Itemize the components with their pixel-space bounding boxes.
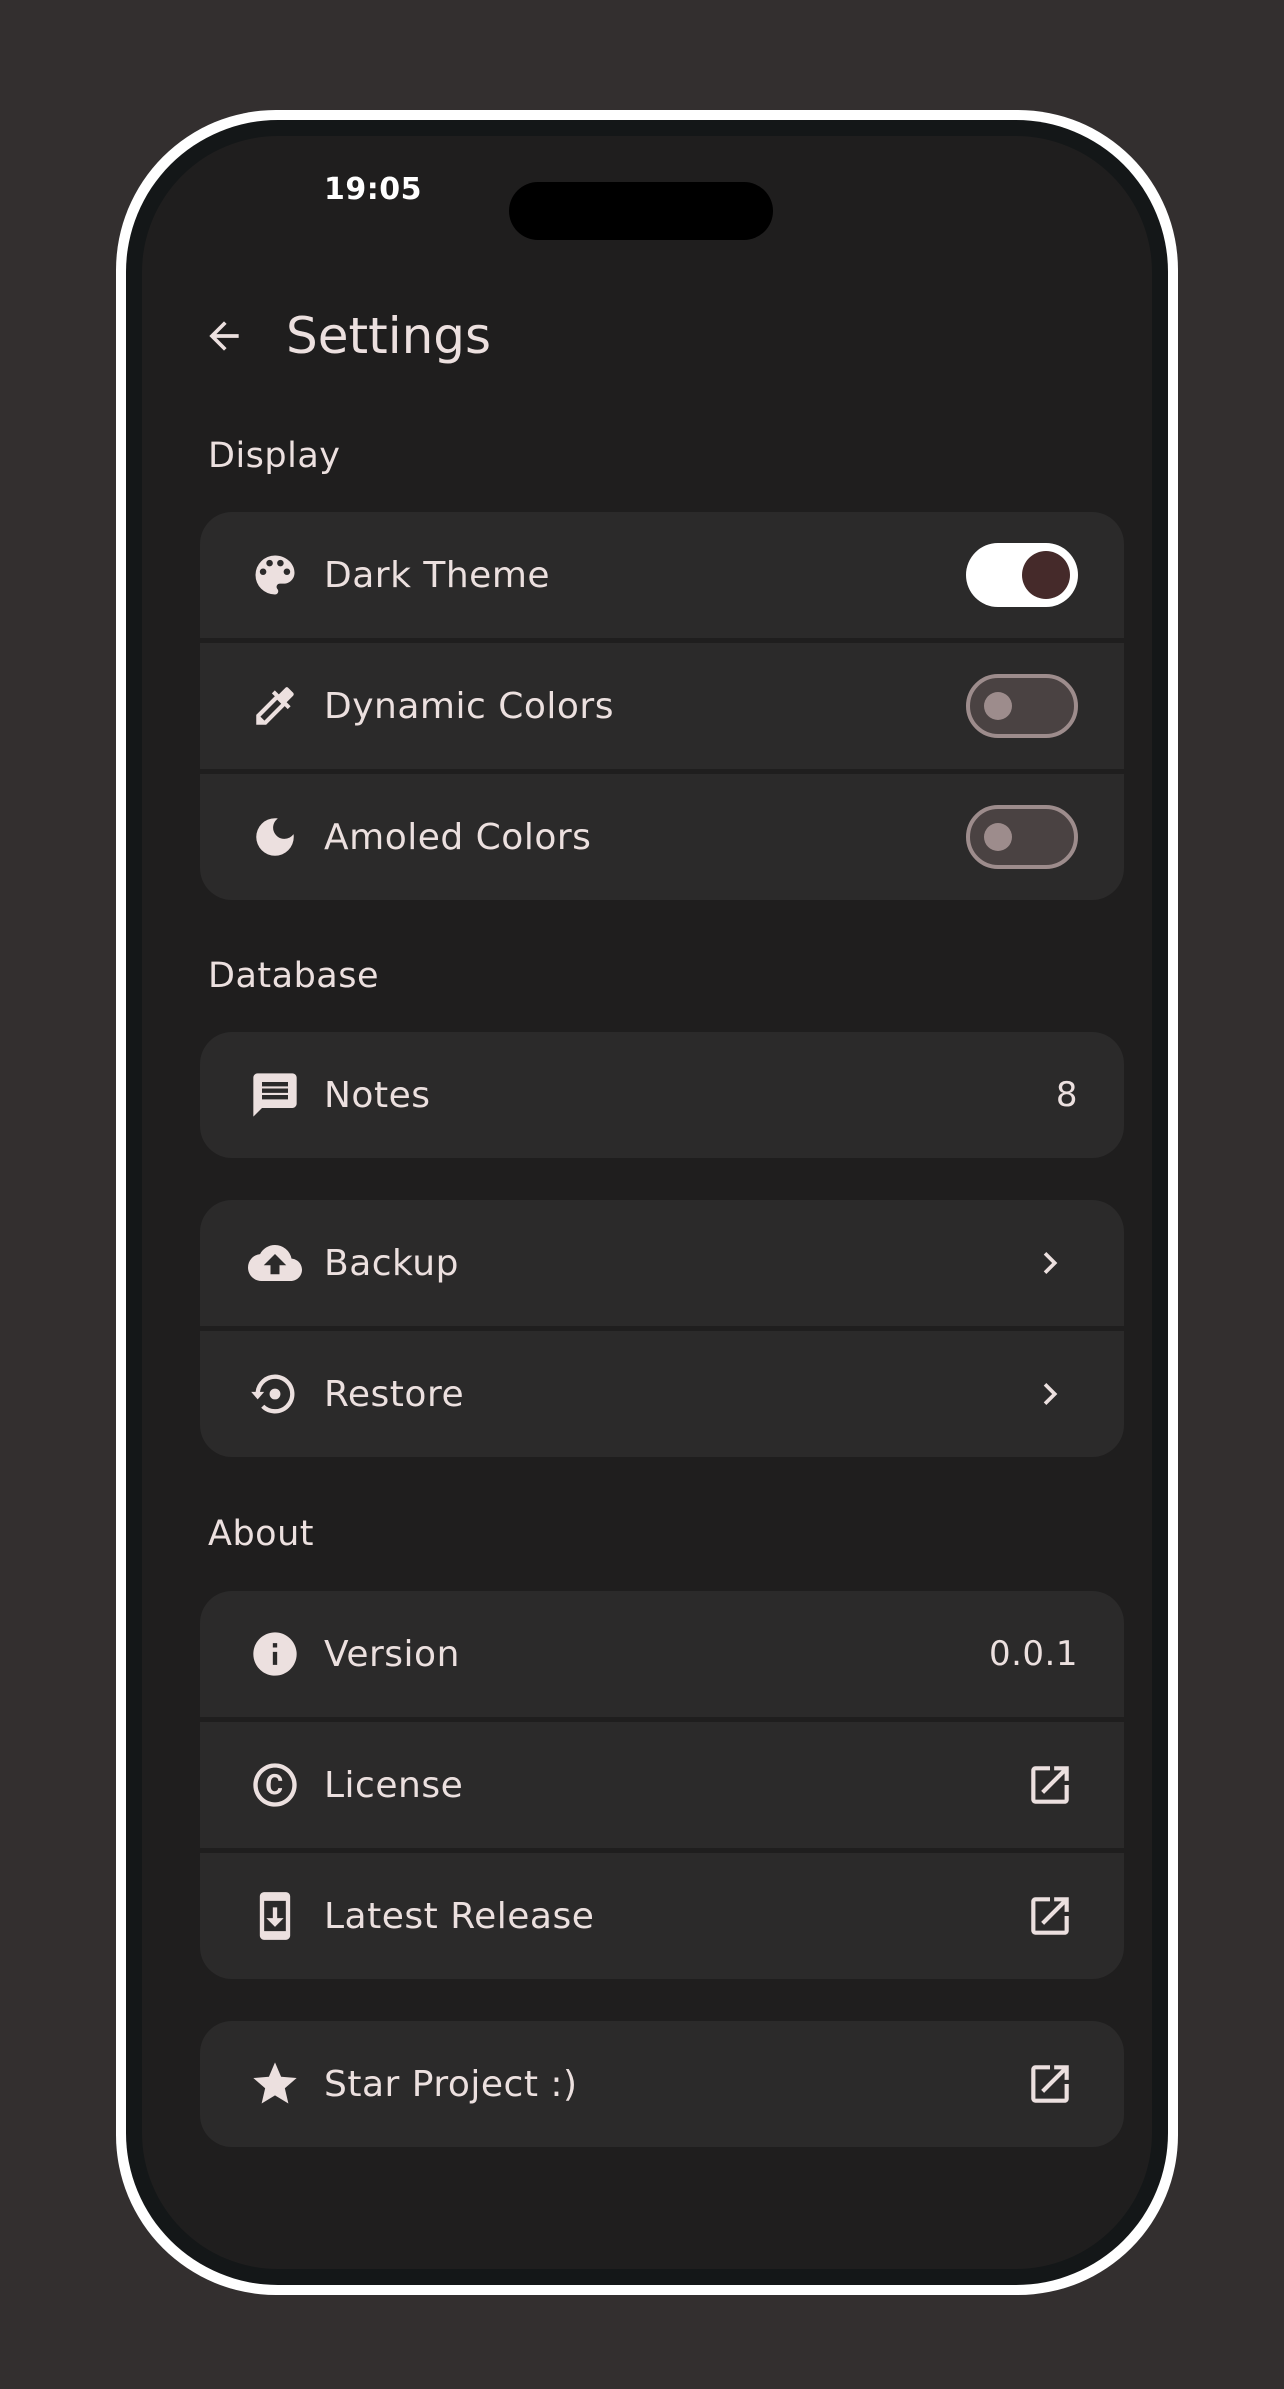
setting-restore[interactable]: Restore [200, 1331, 1124, 1457]
display-group: Dark Theme Dynamic Colors Amoled Colors [200, 512, 1124, 900]
version-value: 0.0.1 [988, 1634, 1078, 1674]
moon-icon [248, 810, 302, 864]
app-bar: Settings [194, 296, 491, 376]
notes-group: Notes 8 [200, 1032, 1124, 1158]
setting-label: Backup [324, 1242, 459, 1284]
setting-amoled-colors[interactable]: Amoled Colors [200, 774, 1124, 900]
amoled-colors-toggle[interactable] [966, 805, 1078, 869]
status-time: 19:05 [324, 172, 422, 207]
about-group: Version 0.0.1 License Latest Release [200, 1591, 1124, 1979]
notes-count: 8 [1055, 1075, 1078, 1115]
toggle-knob [1022, 551, 1070, 599]
dynamic-island [509, 182, 773, 240]
setting-label: Latest Release [324, 1895, 595, 1937]
setting-star-project[interactable]: Star Project :) [200, 2021, 1124, 2147]
setting-label: License [324, 1764, 464, 1806]
setting-label: Restore [324, 1373, 465, 1415]
setting-license[interactable]: License [200, 1722, 1124, 1848]
setting-notes: Notes 8 [200, 1032, 1124, 1158]
chevron-right-icon [1022, 1235, 1078, 1291]
setting-dynamic-colors[interactable]: Dynamic Colors [200, 643, 1124, 769]
info-icon [248, 1627, 302, 1681]
screen: 19:05 Settings Display Dark Theme Dynami… [142, 136, 1152, 2269]
setting-label: Dynamic Colors [324, 685, 614, 727]
setting-label: Amoled Colors [324, 816, 592, 858]
download-icon [248, 1889, 302, 1943]
section-title-about: About [208, 1514, 314, 1554]
setting-label: Star Project :) [324, 2063, 578, 2105]
toggle-knob [984, 823, 1012, 851]
open-external-icon [1022, 2056, 1078, 2112]
setting-version: Version 0.0.1 [200, 1591, 1124, 1717]
chevron-right-icon [1022, 1366, 1078, 1422]
setting-latest-release[interactable]: Latest Release [200, 1853, 1124, 1979]
open-external-icon [1022, 1757, 1078, 1813]
phone-bezel: 19:05 Settings Display Dark Theme Dynami… [126, 120, 1168, 2285]
setting-backup[interactable]: Backup [200, 1200, 1124, 1326]
section-title-display: Display [208, 436, 341, 476]
star-icon [248, 2057, 302, 2111]
dark-theme-toggle[interactable] [966, 543, 1078, 607]
arrow-left-icon[interactable] [194, 306, 254, 366]
open-external-icon [1022, 1888, 1078, 1944]
cloud-upload-icon [248, 1236, 302, 1290]
restore-icon [248, 1367, 302, 1421]
section-title-database: Database [208, 956, 380, 996]
phone-frame: 19:05 Settings Display Dark Theme Dynami… [116, 110, 1178, 2295]
palette-icon [248, 548, 302, 602]
setting-label: Dark Theme [324, 554, 551, 596]
setting-label: Notes [324, 1074, 431, 1116]
eyedropper-icon [248, 679, 302, 733]
copyright-icon [248, 1758, 302, 1812]
setting-dark-theme[interactable]: Dark Theme [200, 512, 1124, 638]
dynamic-colors-toggle[interactable] [966, 674, 1078, 738]
toggle-knob [984, 692, 1012, 720]
comment-icon [248, 1068, 302, 1122]
page-title: Settings [286, 307, 492, 365]
backup-group: Backup Restore [200, 1200, 1124, 1457]
star-group: Star Project :) [200, 2021, 1124, 2147]
setting-label: Version [324, 1633, 460, 1675]
